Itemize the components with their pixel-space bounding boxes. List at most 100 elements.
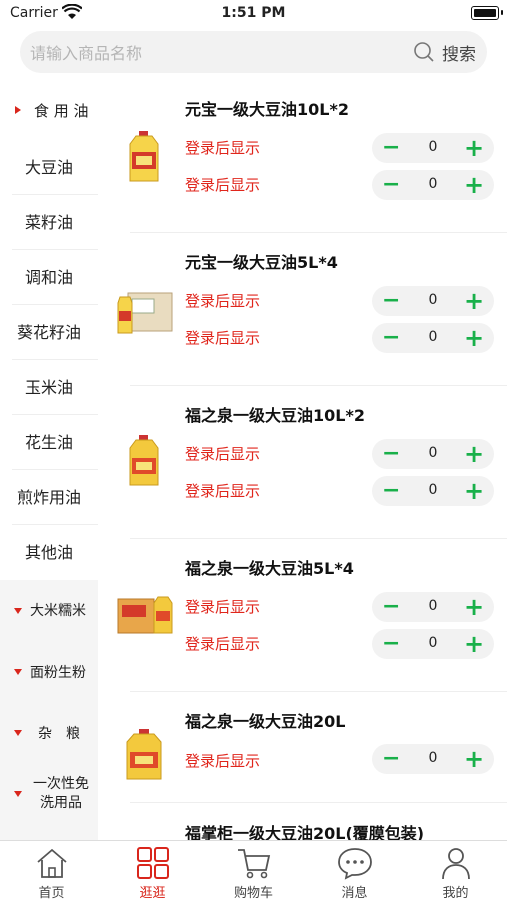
increase-button[interactable]: + — [464, 479, 484, 503]
subcategory-label: 花生油 — [24, 433, 73, 452]
category-sidebar: 食 用 油 大豆油 菜籽油 调和油 葵花籽油 玉米油 花生油 煎炸用油 其他油 … — [0, 80, 98, 840]
category-disposables[interactable]: 一次性免洗用品 — [0, 764, 98, 840]
quantity-stepper[interactable]: − 0 + — [372, 439, 494, 469]
tab-label: 购物车 — [233, 886, 273, 901]
tab-cart[interactable]: 购物车 — [203, 841, 304, 901]
price-login-required: 登录后显示 — [185, 598, 261, 616]
increase-button[interactable]: + — [464, 747, 484, 771]
decrease-button[interactable]: − — [382, 290, 400, 312]
tab-home[interactable]: 首页 — [1, 841, 102, 901]
product-card[interactable]: 福之泉一级大豆油5L*4 登录后显示 − 0 + 登录后显示 − 0 + — [110, 539, 507, 692]
subcategory-item[interactable]: 葵花籽油 — [0, 305, 98, 360]
product-name: 福之泉一级大豆油20L — [185, 712, 346, 731]
product-card[interactable]: 元宝一级大豆油5L*4 登录后显示 − 0 + 登录后显示 − 0 + — [110, 233, 507, 386]
tab-label: 消息 — [341, 886, 368, 901]
quantity-value[interactable]: 0 — [414, 139, 452, 155]
collapsed-arrow-icon — [14, 730, 22, 736]
category-label: 一次性免洗用品 — [33, 776, 89, 811]
decrease-button[interactable]: − — [382, 748, 400, 770]
subcategory-item[interactable]: 玉米油 — [0, 360, 98, 415]
subcategory-item[interactable]: 菜籽油 — [0, 195, 98, 250]
status-bar: Carrier 1:51 PM — [0, 0, 507, 28]
quantity-stepper[interactable]: − 0 + — [372, 592, 494, 622]
product-name: 福之泉一级大豆油10L*2 — [185, 406, 365, 425]
tab-label: 逛逛 — [139, 886, 166, 901]
product-name: 福之泉一级大豆油5L*4 — [185, 559, 354, 578]
subcategory-label: 大豆油 — [24, 158, 73, 177]
tab-label: 首页 — [38, 886, 65, 901]
message-icon — [338, 848, 372, 880]
product-card[interactable]: 福之泉一级大豆油10L*2 登录后显示 − 0 + 登录后显示 − 0 + — [110, 386, 507, 539]
decrease-button[interactable]: − — [382, 596, 400, 618]
subcategory-item[interactable]: 花生油 — [0, 415, 98, 470]
oil-bottle-image — [129, 131, 159, 182]
quantity-stepper[interactable]: − 0 + — [372, 476, 494, 506]
cart-icon — [238, 849, 271, 879]
collapsed-arrow-icon — [14, 791, 22, 797]
category-grains[interactable]: 杂 粮 — [0, 702, 98, 764]
subcategory-label: 煎炸用油 — [16, 488, 81, 507]
subcategory-item[interactable]: 煎炸用油 — [0, 470, 98, 525]
decrease-button[interactable]: − — [382, 633, 400, 655]
tab-messages[interactable]: 消息 — [304, 841, 405, 901]
subcategory-item[interactable]: 调和油 — [0, 250, 98, 305]
increase-button[interactable]: + — [464, 632, 484, 656]
quantity-stepper[interactable]: − 0 + — [372, 629, 494, 659]
category-label: 食 用 油 — [34, 102, 89, 120]
oil-carton-image — [117, 292, 173, 334]
tab-label: 我的 — [442, 886, 469, 901]
tab-profile[interactable]: 我的 — [405, 841, 506, 901]
category-edible-oil[interactable]: 食 用 油 — [0, 80, 98, 140]
search-button[interactable]: 搜索 — [442, 40, 476, 65]
collapsed-arrow-icon — [14, 669, 22, 675]
decrease-button[interactable]: − — [382, 137, 400, 159]
price-login-required: 登录后显示 — [185, 292, 261, 310]
decrease-button[interactable]: − — [382, 480, 400, 502]
decrease-button[interactable]: − — [382, 174, 400, 196]
increase-button[interactable]: + — [464, 595, 484, 619]
product-card[interactable]: 福掌柜一级大豆油20L(覆膜包装) — [110, 805, 507, 840]
quantity-stepper[interactable]: − 0 + — [372, 170, 494, 200]
product-card[interactable]: 元宝一级大豆油10L*2 登录后显示 − 0 + 登录后显示 − 0 + — [110, 80, 507, 233]
product-name: 福掌柜一级大豆油20L(覆膜包装) — [185, 824, 425, 840]
category-rice[interactable]: 大米糯米 — [0, 580, 98, 640]
quantity-stepper[interactable]: − 0 + — [372, 744, 494, 774]
category-label: 大米糯米 — [30, 603, 86, 619]
tab-browse[interactable]: 逛逛 — [102, 841, 203, 901]
subcategory-label: 玉米油 — [24, 378, 73, 397]
quantity-stepper[interactable]: − 0 + — [372, 286, 494, 316]
quantity-stepper[interactable]: − 0 + — [372, 323, 494, 353]
battery-icon — [471, 6, 503, 20]
search-input[interactable]: 请输入商品名称 — [30, 40, 142, 64]
price-login-required: 登录后显示 — [185, 329, 261, 347]
oil-bottle-image — [129, 435, 159, 486]
quantity-value[interactable]: 0 — [414, 445, 452, 461]
quantity-value[interactable]: 0 — [414, 635, 452, 651]
price-login-required: 登录后显示 — [185, 482, 261, 500]
increase-button[interactable]: + — [464, 173, 484, 197]
quantity-value[interactable]: 0 — [414, 482, 452, 498]
quantity-value[interactable]: 0 — [414, 292, 452, 308]
quantity-stepper[interactable]: − 0 + — [372, 133, 494, 163]
increase-button[interactable]: + — [464, 326, 484, 350]
quantity-value[interactable]: 0 — [414, 176, 452, 192]
decrease-button[interactable]: − — [382, 443, 400, 465]
subcategory-label: 菜籽油 — [24, 213, 73, 232]
search-bar[interactable]: 请输入商品名称 搜索 — [20, 31, 487, 73]
price-login-required: 登录后显示 — [185, 139, 261, 157]
search-icon[interactable] — [413, 41, 435, 63]
quantity-value[interactable]: 0 — [414, 329, 452, 345]
subcategory-item[interactable]: 大豆油 — [0, 140, 98, 195]
product-card[interactable]: 福之泉一级大豆油20L 登录后显示 − 0 + — [110, 692, 507, 803]
quantity-value[interactable]: 0 — [414, 750, 452, 766]
product-name: 元宝一级大豆油10L*2 — [185, 100, 349, 119]
decrease-button[interactable]: − — [382, 327, 400, 349]
increase-button[interactable]: + — [464, 442, 484, 466]
tab-bar: 首页 逛逛 购物车 消息 我的 — [0, 840, 507, 901]
product-name: 元宝一级大豆油5L*4 — [185, 253, 338, 272]
increase-button[interactable]: + — [464, 289, 484, 313]
quantity-value[interactable]: 0 — [414, 598, 452, 614]
category-flour[interactable]: 面粉生粉 — [0, 640, 98, 702]
subcategory-item[interactable]: 其他油 — [0, 525, 98, 580]
increase-button[interactable]: + — [464, 136, 484, 160]
